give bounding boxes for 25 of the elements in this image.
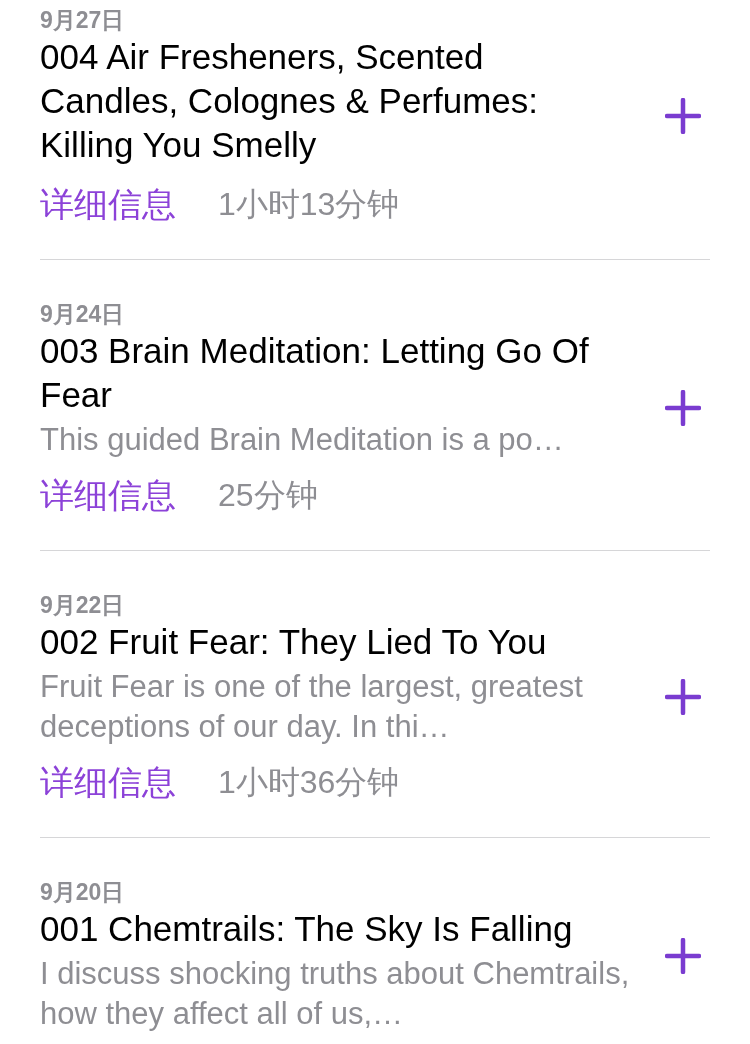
episode-description: I discuss shocking truths about Chemtrails, how they affect all of us,… <box>40 955 631 1033</box>
episode-date: 9月20日 <box>40 878 126 907</box>
episode-duration: 25分钟 <box>218 476 318 515</box>
add-button[interactable] <box>664 936 702 975</box>
episode-date: 9月27日 <box>40 6 126 35</box>
episode-title: 001 Chemtrails: The Sky Is Falling <box>40 908 574 950</box>
episode-duration: 1小时36分钟 <box>218 763 400 802</box>
episode-date: 9月24日 <box>40 300 126 329</box>
episode-title: 003 Brain Meditation: Letting Go Of Fear <box>40 330 590 416</box>
episode-description: This guided Brain Meditation is a po… <box>40 421 565 459</box>
plus-icon <box>665 937 701 974</box>
episode-date: 9月22日 <box>40 591 126 620</box>
plus-icon <box>665 97 701 134</box>
add-button[interactable] <box>664 678 702 716</box>
plus-icon <box>665 679 701 715</box>
details-link[interactable]: 详细信息 <box>40 182 176 226</box>
episode-title: 002 Fruit Fear: They Lied To You <box>40 621 548 663</box>
details-link[interactable]: 详细信息 <box>40 473 176 517</box>
episode-description: Fruit Fear is one of the largest, greatest deceptions of our day. In thi… <box>40 668 584 746</box>
episode-title: 004 Air Fresheners, Scented Candles, Colognes & Perfumes: Killing You Smelly <box>40 36 540 166</box>
details-link[interactable]: 详细信息 <box>40 760 176 804</box>
add-button[interactable] <box>664 96 702 135</box>
plus-icon <box>665 390 701 426</box>
episode-duration: 1小时13分钟 <box>218 185 400 224</box>
add-button[interactable] <box>664 389 702 427</box>
